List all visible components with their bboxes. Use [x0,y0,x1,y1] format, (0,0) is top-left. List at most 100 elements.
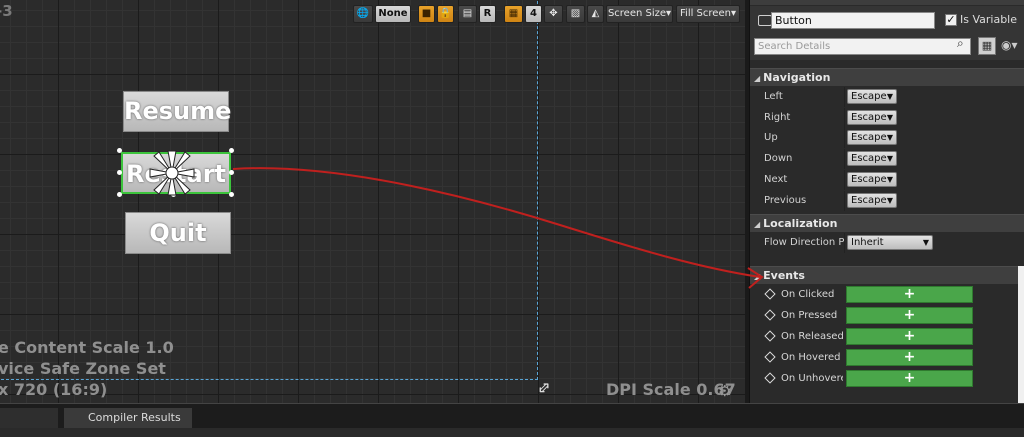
quit-button-widget[interactable]: Quit [125,212,231,254]
column-divider [844,233,845,253]
caret-down-icon: ▼ [922,238,929,247]
localization-category-header[interactable]: ◢ Localization [750,214,1024,232]
selection-handle[interactable] [117,170,122,175]
localization-title: Localization [763,217,838,230]
selection-handle[interactable] [229,148,234,153]
add-on-released-button[interactable]: + [846,328,973,345]
is-variable-checkbox[interactable]: ✓ [945,14,957,26]
grid-size-value[interactable]: 4 [525,5,542,23]
flow-direction-label: Flow Direction Pre [764,237,844,248]
grid-snap-icon[interactable]: ▦ [504,5,523,23]
fill-screen-label: Fill Screen [680,8,731,19]
search-details-input[interactable]: Search Details [754,38,971,55]
event-row-on-hovered: On Hovered + [750,348,1018,369]
globe-icon[interactable]: 🌐 [353,5,373,23]
event-row-on-unhovered: On Unhoverec + [750,369,1018,390]
caret-down-icon: ▼ [886,133,893,142]
snap-square-icon[interactable]: ■ [418,5,435,23]
event-label: On Unhoverec [781,373,843,384]
flow-direction-dropdown[interactable]: Inherit ▼ [847,235,933,250]
column-divider [844,191,845,211]
column-divider [844,108,845,128]
resolution-corner-label: -3 [0,2,13,20]
add-on-unhovered-button[interactable]: + [846,370,973,387]
nav-value: Escape [851,132,887,143]
flip-icon[interactable]: ◭ [587,5,604,23]
caret-down-icon: ▼ [886,113,893,122]
move-axes-icon[interactable]: ✥ [544,5,563,23]
event-label: On Released [781,331,843,342]
selection-handle[interactable] [229,170,234,175]
search-icon[interactable]: ⌕ [957,36,964,51]
nav-up-dropdown[interactable]: Escape ▼ [847,130,897,145]
localize-preview-dropdown[interactable]: None [375,5,411,23]
nav-previous-dropdown[interactable]: Escape ▼ [847,193,897,208]
respect-locks-button[interactable]: R [479,5,496,23]
nav-next-dropdown[interactable]: Escape ▼ [847,172,897,187]
events-category-header[interactable]: ◢ Events [750,266,1018,284]
navigation-title: Navigation [763,71,831,84]
property-matrix-icon[interactable]: ▦ [978,37,996,55]
collapse-arrow-icon: ◢ [754,74,761,83]
caret-down-icon: ▼ [886,154,893,163]
designer-viewport[interactable]: -3 Resume Restart Quit e Content Scale 1… [0,0,745,403]
column-divider [844,128,845,148]
eye-icon[interactable]: ◉▾ [1001,38,1018,52]
nav-right-dropdown[interactable]: Escape ▼ [847,110,897,125]
nav-label: Up [764,132,778,143]
events-title: Events [763,269,805,282]
lock-icon[interactable]: 🔒 [437,5,454,23]
diamond-icon [764,330,776,342]
nav-row-up: Up Escape ▼ [750,128,1024,148]
nav-row-down: Down Escape ▼ [750,149,1024,169]
search-row: Search Details ⌕ ▦ ◉▾ [750,34,1024,60]
widget-name-row: Button ✓ Is Variable [750,6,1024,34]
nav-down-dropdown[interactable]: Escape ▼ [847,151,897,166]
diamond-icon [764,288,776,300]
image-preview-icon[interactable]: ▨ [566,5,585,23]
diamond-icon [764,309,776,321]
caret-down-icon: ▼ [886,196,893,205]
nav-label: Down [764,153,793,164]
nav-label: Previous [764,195,807,206]
nav-value: Escape [851,153,887,164]
button-widget-icon [758,15,772,26]
selection-handle[interactable] [229,192,234,197]
safe-zone-label: vice Safe Zone Set [0,359,166,378]
add-on-clicked-button[interactable]: + [846,286,973,303]
nav-row-right: Right Escape ▼ [750,108,1024,128]
caret-down-icon: ▼ [886,92,893,101]
column-divider [844,170,845,190]
transform-icon[interactable]: ▤ [458,5,477,23]
event-label: On Hovered [781,352,841,363]
anchor-medallion-icon[interactable] [147,147,197,199]
nav-value: Escape [851,195,887,206]
diamond-icon [764,372,776,384]
selection-handle[interactable] [117,148,122,153]
event-row-on-pressed: On Pressed + [750,306,1018,327]
nav-row-next: Next Escape ▼ [750,170,1024,190]
resolution-label: x 720 (16:9) [0,380,108,399]
nav-label: Left [764,91,783,102]
nav-left-dropdown[interactable]: Escape ▼ [847,89,897,104]
add-on-pressed-button[interactable]: + [846,307,973,324]
flow-direction-value: Inherit [851,237,884,248]
column-divider [844,87,845,107]
column-divider [844,149,845,169]
tab-compiler-results[interactable]: Compiler Results [64,408,192,428]
panel-top-strip [750,0,1024,5]
dpi-scale-label: DPI Scale 0.67 [606,380,736,399]
resume-button-widget[interactable]: Resume [123,91,231,132]
navigation-category-header[interactable]: ◢ Navigation [750,68,1024,86]
widget-name-field[interactable]: Button [771,12,935,29]
add-on-hovered-button[interactable]: + [846,349,973,366]
fill-screen-dropdown[interactable]: Fill Screen▾ [676,5,740,23]
collapse-arrow-icon: ◢ [754,220,761,229]
screen-size-dropdown[interactable]: Screen Size▾ [606,5,673,23]
gear-icon[interactable]: ⚙ [718,382,731,400]
nav-value: Escape [851,174,887,185]
tab-unnamed[interactable] [0,408,58,428]
nav-label: Right [764,112,791,123]
selection-handle[interactable] [117,192,122,197]
details-panel: Button ✓ Is Variable Search Details ⌕ ▦ … [749,0,1024,403]
